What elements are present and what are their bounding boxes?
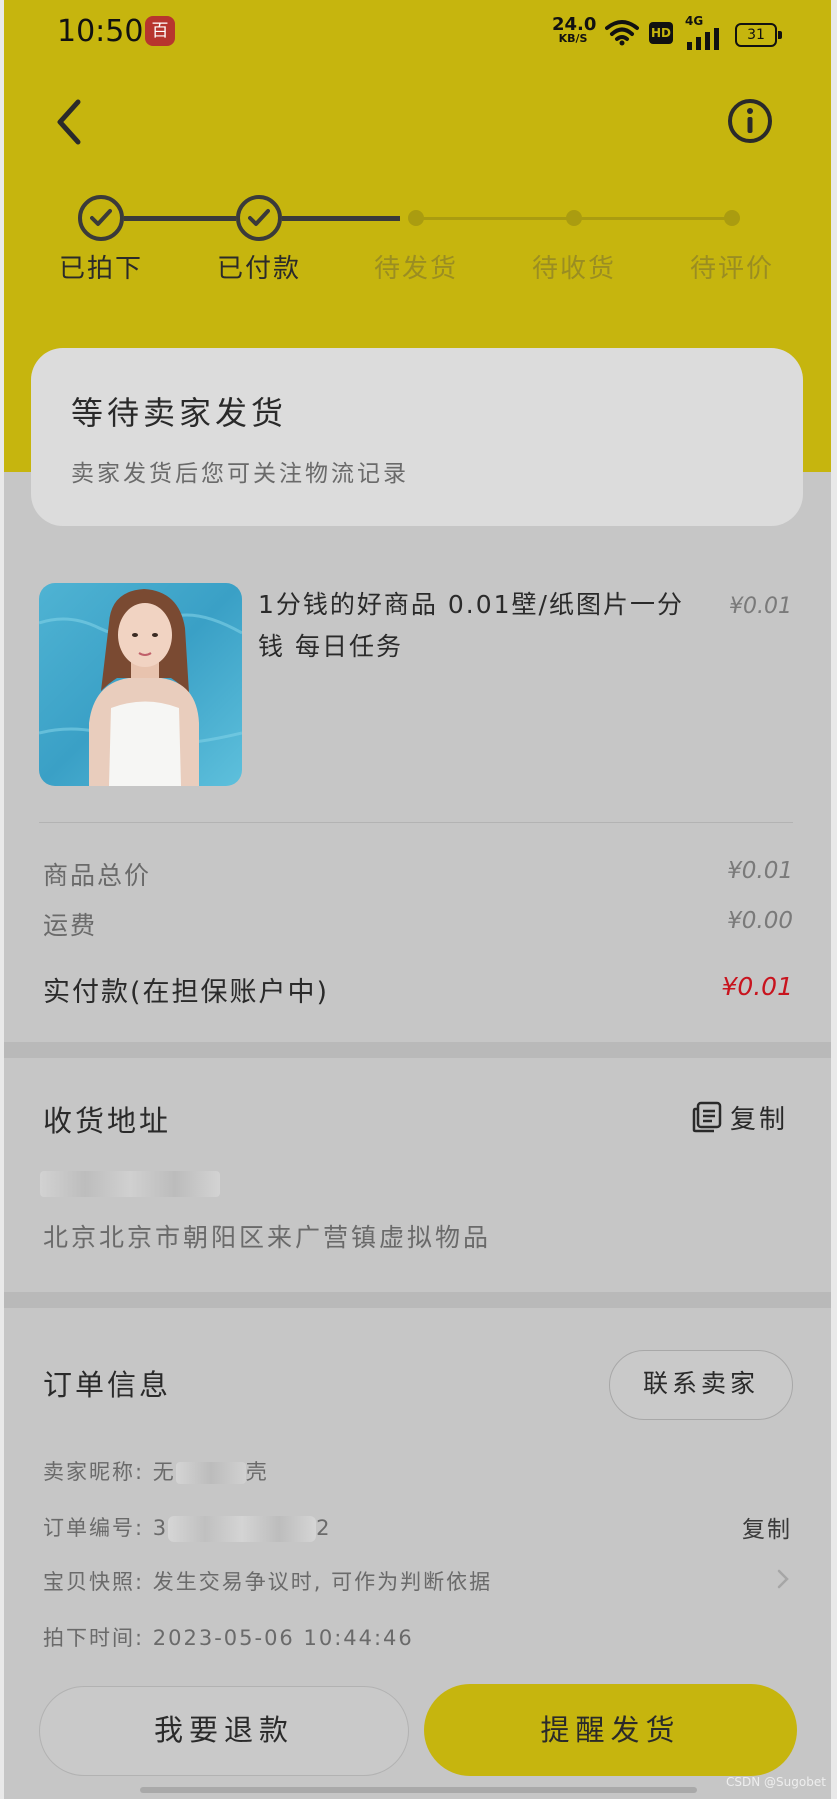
seller-nickname: 卖家昵称: 无 壳 xyxy=(43,1456,269,1486)
info-icon[interactable] xyxy=(727,98,773,144)
step-done-check-icon xyxy=(236,195,282,241)
step-pending-dot xyxy=(408,210,424,226)
paid-label: 实付款(在担保账户中) xyxy=(43,977,330,1008)
order-number-tail: 2 xyxy=(316,1516,332,1540)
notification-icon: 百 xyxy=(145,16,175,46)
watermark: CSDN @Sugobet xyxy=(726,1775,826,1789)
copy-address-label: 复制 xyxy=(730,1104,789,1135)
wifi-icon xyxy=(605,20,639,46)
product-price: ¥0.01 xyxy=(729,594,792,619)
shipping-label: 运费 xyxy=(43,911,98,940)
step-pending-dot xyxy=(566,210,582,226)
copy-order-number-button[interactable]: 复制 xyxy=(742,1510,792,1544)
left-edge xyxy=(0,0,4,1799)
step-label: 待发货 xyxy=(373,254,458,284)
network-speed-value: 24.0 xyxy=(552,14,597,35)
order-number: 订单编号: 3 2 xyxy=(43,1512,332,1542)
order-info-title: 订单信息 xyxy=(43,1368,172,1402)
step-pending-dot xyxy=(724,210,740,226)
subtotal-value: ¥0.01 xyxy=(727,858,793,884)
paid-value: ¥0.01 xyxy=(721,972,793,1001)
contact-seller-button[interactable]: 联系卖家 xyxy=(609,1350,793,1420)
network-type: 4G xyxy=(685,14,704,28)
seller-nickname-tail: 壳 xyxy=(245,1460,269,1484)
refund-button[interactable]: 我要退款 xyxy=(39,1686,409,1776)
shipping-value: ¥0.00 xyxy=(727,908,793,934)
recipient-redacted xyxy=(40,1171,220,1197)
battery-icon: 31 xyxy=(735,23,782,47)
order-number-redacted xyxy=(168,1516,317,1542)
order-status-subtitle: 卖家发货后您可关注物流记录 xyxy=(71,461,409,487)
remind-ship-button[interactable]: 提醒发货 xyxy=(424,1684,797,1776)
right-edge xyxy=(831,0,837,1799)
order-number-label: 订单编号: 3 xyxy=(43,1516,169,1540)
progress-track-done xyxy=(282,216,400,221)
seller-nickname-redacted xyxy=(175,1462,246,1484)
order-status-title: 等待卖家发货 xyxy=(71,394,288,432)
step-done-check-icon xyxy=(78,195,124,241)
section-separator xyxy=(4,1292,831,1308)
step-label: 待评价 xyxy=(689,254,774,284)
home-indicator[interactable] xyxy=(140,1787,697,1793)
progress-track-pending xyxy=(416,217,576,220)
order-status-card: 等待卖家发货 卖家发货后您可关注物流记录 xyxy=(31,348,803,526)
step-label: 已付款 xyxy=(216,254,301,284)
snapshot-link[interactable]: 宝贝快照: 发生交易争议时, 可作为判断依据 xyxy=(43,1566,492,1596)
section-separator xyxy=(4,1042,831,1058)
signal-icon: 4G xyxy=(685,14,725,50)
chevron-right-icon xyxy=(777,1569,789,1589)
step-label: 已拍下 xyxy=(58,254,143,284)
back-button[interactable] xyxy=(46,94,96,150)
divider xyxy=(39,822,793,823)
order-time: 拍下时间: 2023-05-06 10:44:46 xyxy=(43,1626,414,1650)
subtotal-label: 商品总价 xyxy=(43,861,152,890)
status-bar: 10:50 百 24.0 KB/S HD 4G 31 xyxy=(0,0,837,70)
product-title[interactable]: 1分钱的好商品 0.01壁/纸图片一分钱 每日任务 xyxy=(258,584,708,668)
order-progress: 已拍下 已付款 待发货 待收货 待评价 xyxy=(0,186,837,286)
network-speed: 24.0 KB/S xyxy=(552,14,597,46)
step-label: 待收货 xyxy=(531,254,616,284)
status-time: 10:50 xyxy=(57,14,144,49)
copy-icon xyxy=(692,1101,722,1133)
copy-address-button[interactable]: 复制 xyxy=(692,1098,794,1136)
address-section-title: 收货地址 xyxy=(43,1104,172,1138)
progress-track-pending xyxy=(574,217,734,220)
product-thumbnail[interactable] xyxy=(39,583,242,786)
address-line: 北京北京市朝阳区来广营镇虚拟物品 xyxy=(43,1223,492,1252)
seller-nickname-label: 卖家昵称: 无 xyxy=(43,1460,176,1484)
progress-track-done xyxy=(124,216,236,221)
hd-voice-icon: HD xyxy=(649,22,673,44)
